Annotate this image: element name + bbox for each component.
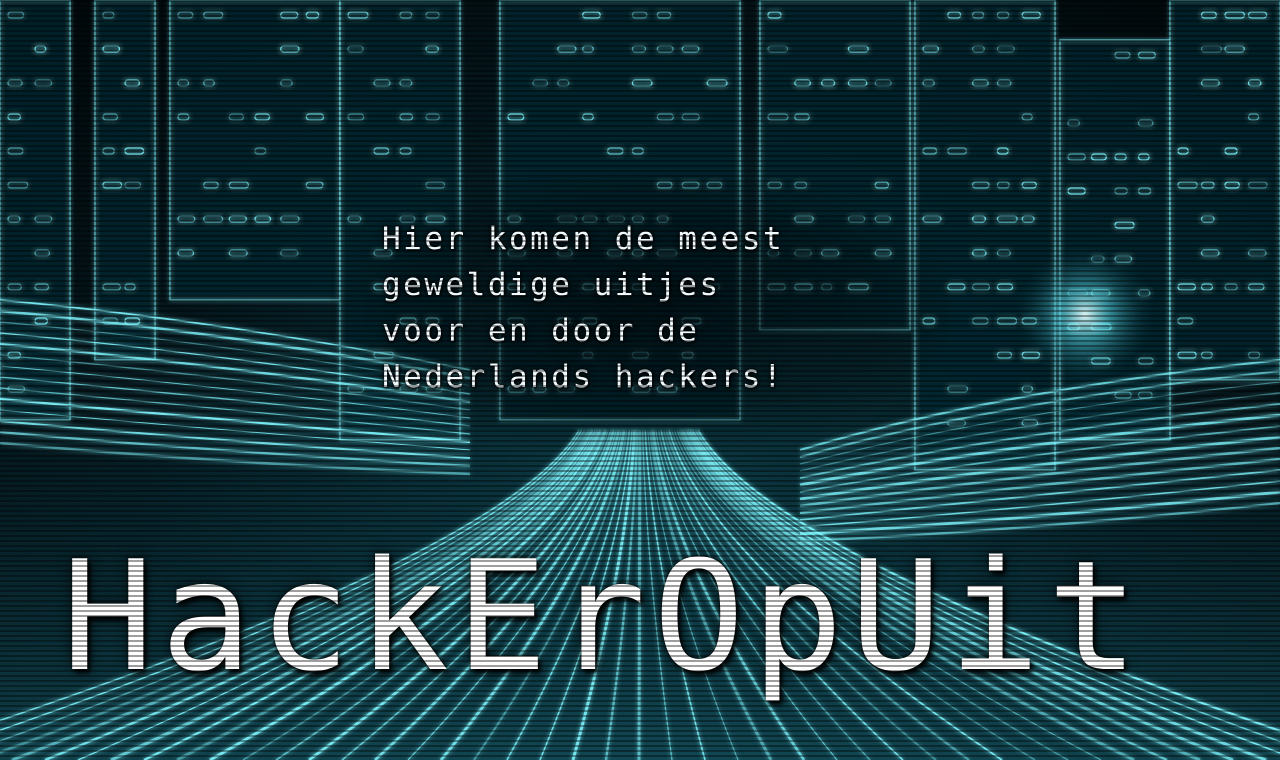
- light-flare: [1015, 245, 1155, 385]
- building: [1169, 0, 1280, 381]
- hero-banner: Hier komen de meest geweldige uitjes voo…: [0, 0, 1280, 760]
- hero-tagline: Hier komen de meest geweldige uitjes voo…: [382, 216, 942, 400]
- building: [94, 0, 156, 361]
- tagline-line: voor en door de: [382, 313, 700, 349]
- tagline-line: geweldige uitjes: [382, 267, 721, 303]
- tagline-line: Hier komen de meest: [382, 221, 785, 257]
- site-logo-text: HackErOpUit: [62, 528, 1146, 705]
- building: [0, 0, 71, 421]
- tagline-line: Nederlands hackers!: [382, 359, 785, 395]
